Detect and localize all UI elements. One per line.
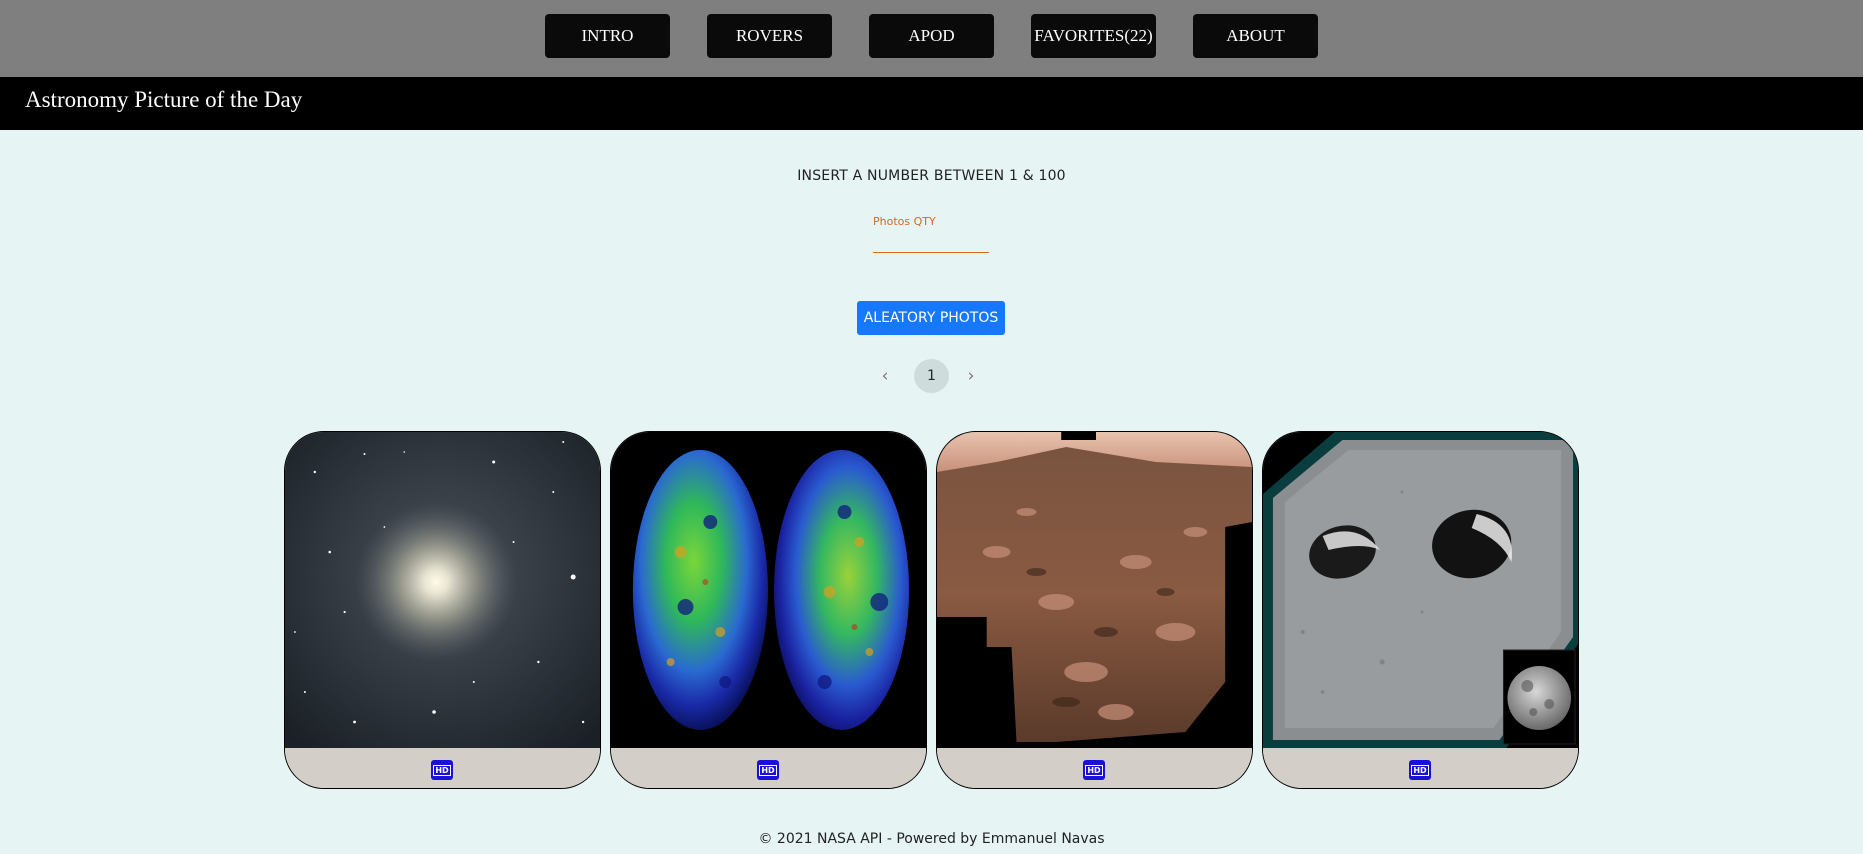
card-footer: HD bbox=[1263, 748, 1578, 788]
photo-card: HD bbox=[610, 431, 927, 789]
nav-favorites-button[interactable]: FAVORITES(22) bbox=[1031, 14, 1156, 58]
card-footer: HD bbox=[611, 748, 926, 788]
page-header: Astronomy Picture of the Day bbox=[0, 77, 1863, 130]
nav-rovers-button[interactable]: ROVERS bbox=[707, 14, 832, 58]
hd-icon[interactable]: HD bbox=[431, 760, 453, 780]
photos-qty-label: Photos QTY bbox=[873, 215, 936, 228]
hd-icon[interactable]: HD bbox=[1083, 760, 1105, 780]
pagination: ‹ 1 › bbox=[870, 359, 993, 393]
photos-qty-field: Photos QTY bbox=[873, 215, 989, 259]
nav-apod-button[interactable]: APOD bbox=[869, 14, 994, 58]
page-footer: © 2021 NASA API - Powered by Emmanuel Na… bbox=[758, 831, 1105, 847]
pagination-page-1[interactable]: 1 bbox=[914, 359, 949, 393]
photos-qty-input[interactable] bbox=[873, 231, 989, 253]
card-footer: HD bbox=[285, 748, 600, 788]
nav-intro-button[interactable]: INTRO bbox=[545, 14, 670, 58]
nav-about-button[interactable]: ABOUT bbox=[1193, 14, 1318, 58]
photo-card: HD bbox=[1262, 431, 1579, 789]
chevron-right-icon[interactable]: › bbox=[963, 367, 979, 385]
galaxy-photo[interactable] bbox=[285, 432, 600, 748]
lunar-craters-photo[interactable] bbox=[1263, 432, 1578, 748]
hd-icon[interactable]: HD bbox=[757, 760, 779, 780]
top-navigation: INTRO ROVERS APOD FAVORITES(22) ABOUT bbox=[0, 0, 1863, 77]
aleatory-photos-button[interactable]: ALEATORY PHOTOS bbox=[857, 301, 1005, 335]
hd-icon[interactable]: HD bbox=[1409, 760, 1431, 780]
card-footer: HD bbox=[937, 748, 1252, 788]
mars-panorama-photo[interactable] bbox=[937, 432, 1252, 748]
chevron-left-icon[interactable]: ‹ bbox=[877, 367, 893, 385]
instruction-text: INSERT A NUMBER BETWEEN 1 & 100 bbox=[797, 168, 1066, 184]
page-title: Astronomy Picture of the Day bbox=[25, 87, 303, 112]
photo-card: HD bbox=[284, 431, 601, 789]
photo-card: HD bbox=[936, 431, 1253, 789]
cmb-map-photo[interactable] bbox=[611, 432, 926, 748]
